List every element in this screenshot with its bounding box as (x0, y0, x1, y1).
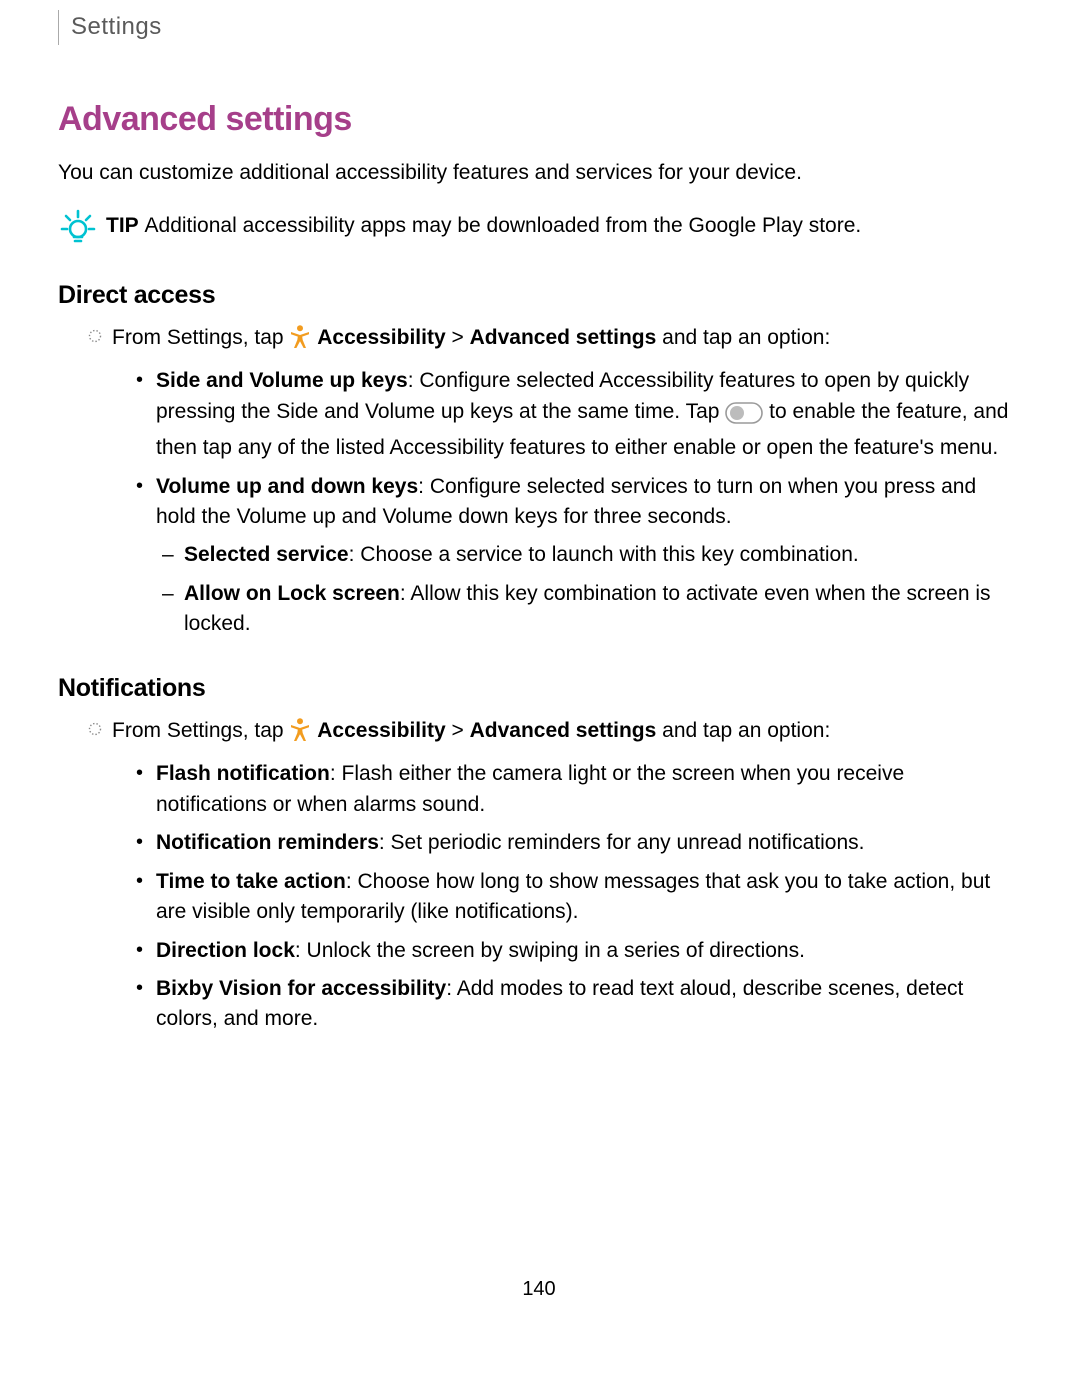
list-item: Bixby Vision for accessibility: Add mode… (128, 974, 1020, 1035)
step-prefix: From Settings, tap (112, 326, 289, 349)
list-item: Volume up and down keys: Configure selec… (128, 472, 1020, 640)
accessibility-icon (289, 325, 311, 358)
list-item: Notification reminders: Set periodic rem… (128, 828, 1020, 858)
list-item: Direction lock: Unlock the screen by swi… (128, 936, 1020, 966)
sub-list-item: Selected service: Choose a service to la… (156, 540, 1020, 570)
sub-text: : Choose a service to launch with this k… (349, 543, 859, 566)
list-item: Time to take action: Choose how long to … (128, 867, 1020, 928)
intro-paragraph: You can customize additional accessibili… (58, 158, 1020, 188)
accessibility-icon (289, 718, 311, 751)
sub-list-item: Allow on Lock screen: Allow this key com… (156, 579, 1020, 640)
section-heading-notifications: Notifications (58, 670, 1020, 706)
item-bold: Direction lock (156, 939, 295, 962)
bullet-list: Side and Volume up keys: Configure selec… (128, 366, 1020, 640)
nav-step: From Settings, tap Accessibility > Advan… (88, 323, 1020, 358)
step-suffix: and tap an option: (656, 326, 830, 349)
item-text: : Set periodic reminders for any unread … (379, 831, 865, 854)
step-prefix: From Settings, tap (112, 719, 289, 742)
item-bold: Flash notification (156, 762, 330, 785)
lightbulb-icon (58, 207, 98, 247)
item-bold: Bixby Vision for accessibility (156, 977, 446, 1000)
bullet-list: Flash notification: Flash either the cam… (128, 759, 1020, 1035)
step-bold2: Advanced settings (470, 326, 657, 349)
list-item: Side and Volume up keys: Configure selec… (128, 366, 1020, 463)
step-bold1: Accessibility (317, 326, 445, 349)
tip-text: TIP Additional accessibility apps may be… (106, 211, 1020, 241)
page-number: 140 (58, 1275, 1020, 1304)
sub-bold: Selected service (184, 543, 349, 566)
item-bold: Notification reminders (156, 831, 379, 854)
toggle-off-icon (725, 402, 763, 433)
sub-bold: Allow on Lock screen (184, 582, 400, 605)
nav-step: From Settings, tap Accessibility > Advan… (88, 716, 1020, 751)
item-bold: Side and Volume up keys (156, 369, 408, 392)
step-suffix: and tap an option: (656, 719, 830, 742)
step-sep: > (446, 326, 470, 349)
sub-list: Selected service: Choose a service to la… (156, 540, 1020, 639)
step-bold2: Advanced settings (470, 719, 657, 742)
item-text: : Unlock the screen by swiping in a seri… (295, 939, 805, 962)
page-title: Advanced settings (58, 95, 1020, 144)
step-sep: > (446, 719, 470, 742)
step-bullet-icon (88, 722, 102, 736)
tip-callout: TIP Additional accessibility apps may be… (58, 207, 1020, 247)
step-bold1: Accessibility (317, 719, 445, 742)
list-item: Flash notification: Flash either the cam… (128, 759, 1020, 820)
tip-body: Additional accessibility apps may be dow… (145, 214, 862, 237)
item-bold: Volume up and down keys (156, 475, 418, 498)
step-text: From Settings, tap Accessibility > Advan… (112, 716, 1020, 751)
breadcrumb-label: Settings (71, 13, 162, 40)
step-bullet-icon (88, 329, 102, 343)
tip-label: TIP (106, 214, 139, 237)
item-bold: Time to take action (156, 870, 346, 893)
breadcrumb: Settings (58, 10, 1020, 45)
section-heading-direct-access: Direct access (58, 277, 1020, 313)
step-text: From Settings, tap Accessibility > Advan… (112, 323, 1020, 358)
